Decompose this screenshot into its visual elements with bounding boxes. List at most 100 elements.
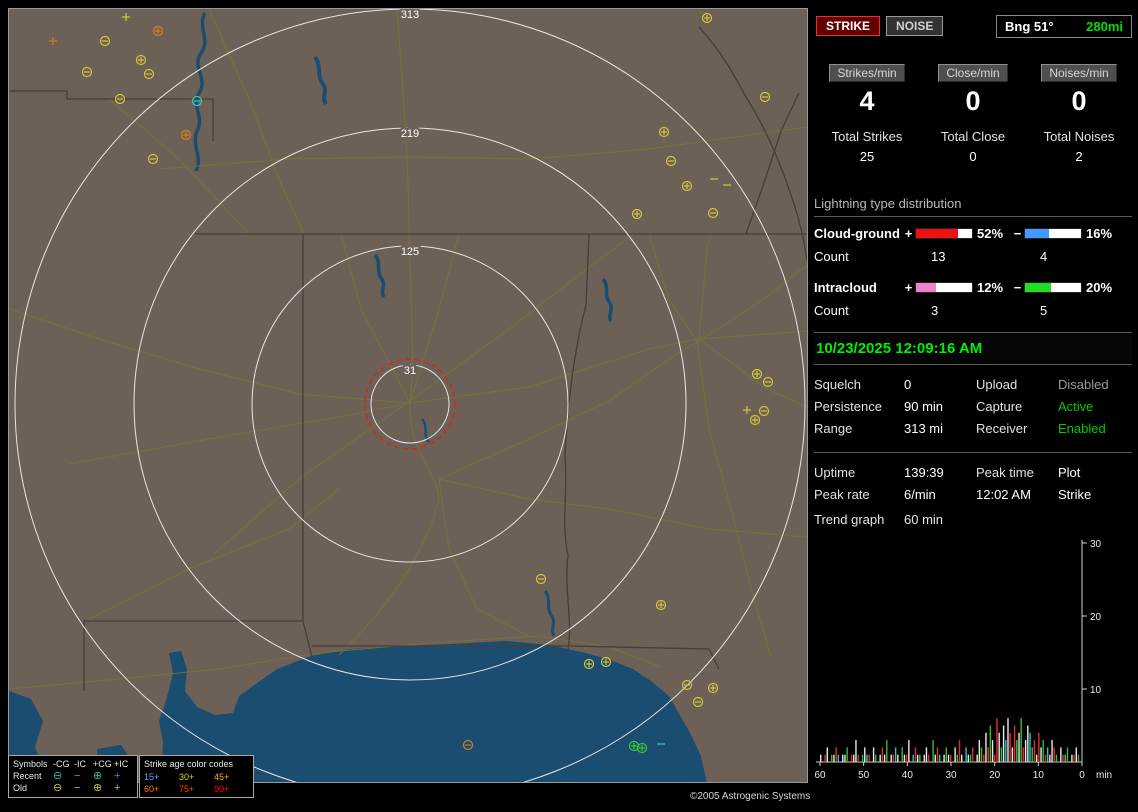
mode-toolbar: STRIKE NOISE Bng 51° 280mi (816, 14, 1132, 38)
age-code: 45+ (214, 771, 249, 783)
trend-bar (1023, 747, 1024, 762)
trend-bar (862, 755, 863, 762)
trend-bar (838, 755, 839, 762)
trend-bar (1054, 747, 1055, 762)
ic-negative-pct: 20% (1082, 280, 1114, 295)
legend-strike-symbol: − (74, 783, 93, 794)
plus-sign: + (902, 226, 915, 241)
cg-positive-pct: 52% (973, 226, 1011, 241)
close-per-min-button[interactable]: Close/min (938, 64, 1007, 82)
trend-bar (855, 740, 856, 762)
trend-bar (954, 747, 955, 762)
plot-mode-value: Strike (1058, 487, 1132, 502)
trend-bar (961, 755, 962, 762)
close-column: Close/min 0 Total Close 0 (920, 64, 1026, 164)
age-code: 90+ (214, 783, 249, 795)
ic-negative-bar (1024, 282, 1082, 293)
legend-symbols-header: Symbols-CG-IC+CG+IC (13, 758, 133, 770)
trend-bar (1051, 740, 1052, 762)
trend-graph-value: 60 min (904, 512, 1132, 527)
cg-negative-bar (1024, 228, 1082, 239)
minus-sign: − (1011, 226, 1024, 241)
minus-sign: − (1011, 280, 1024, 295)
legend-strike-symbol: ⊖ (53, 783, 74, 794)
y-tick-label: 10 (1090, 685, 1102, 696)
y-tick-label: 20 (1090, 612, 1102, 623)
trend-bar (835, 747, 836, 762)
upload-label: Upload (976, 377, 1058, 392)
intracloud-count-row: Count 3 5 (814, 303, 1132, 318)
legend-strike-symbol: + (114, 783, 133, 794)
legend-age-box: Strike age color codes 15+30+45+60+75+90… (139, 755, 254, 798)
count-label: Count (814, 303, 902, 318)
trend-bar (1078, 755, 1079, 762)
legend-col-header: +IC (114, 758, 133, 770)
trend-bar (981, 747, 982, 762)
legend-row-label: Old (13, 782, 53, 794)
trend-bar (983, 755, 984, 762)
cg-negative-count: 4 (1024, 249, 1082, 264)
trend-bar (868, 755, 869, 762)
trend-bar (1005, 740, 1006, 762)
trend-bar (928, 755, 929, 762)
range-value: 313 mi (904, 421, 976, 436)
trend-bar (1034, 740, 1035, 762)
trend-bar (864, 747, 865, 762)
trend-bar (924, 755, 925, 762)
trend-bar (1021, 718, 1022, 762)
range-ring-label: 125 (401, 246, 419, 258)
cloud-ground-count-row: Count 13 4 (814, 249, 1132, 264)
trend-bar (957, 755, 958, 762)
strike-map[interactable]: 31321912531 (8, 8, 808, 783)
trend-bar (1025, 740, 1026, 762)
cloud-ground-label: Cloud-ground (814, 226, 902, 241)
trend-bar (908, 740, 909, 762)
legend-col-header: Symbols (13, 758, 53, 770)
plot-label: Plot (1058, 465, 1132, 480)
strikes-per-min-button[interactable]: Strikes/min (829, 64, 904, 82)
trend-bar (886, 740, 887, 762)
strike-mode-button[interactable]: STRIKE (816, 16, 880, 36)
trend-bar (992, 740, 993, 762)
trend-graph-row: Trend graph 60 min (814, 512, 1132, 527)
total-noises-label: Total Noises (1026, 129, 1132, 144)
total-strikes-value: 25 (814, 149, 920, 164)
x-tick-label: 10 (1033, 770, 1045, 781)
trend-bar (1032, 747, 1033, 762)
plus-sign: + (902, 280, 915, 295)
noise-mode-button[interactable]: NOISE (886, 16, 943, 36)
total-close-value: 0 (920, 149, 1026, 164)
rate-stats: Strikes/min 4 Total Strikes 25 Close/min… (814, 64, 1132, 164)
trend-bar (1016, 740, 1017, 762)
noises-per-min-value: 0 (1026, 86, 1132, 118)
trend-bar (970, 755, 971, 762)
noises-per-min-button[interactable]: Noises/min (1041, 64, 1116, 82)
cg-positive-count: 13 (915, 249, 973, 264)
trend-bar (842, 755, 843, 762)
trend-graph-label: Trend graph (814, 512, 904, 527)
trend-bar (935, 755, 936, 762)
section-divider (814, 452, 1132, 453)
legend-strike-symbol: − (74, 771, 93, 782)
legend-symbols-box: Symbols-CG-IC+CG+IC Recent⊖−⊕+ Old⊖−⊕+ (8, 755, 138, 798)
trend-bar (965, 747, 966, 762)
trend-bar (1003, 726, 1004, 763)
trend-bar (875, 755, 876, 762)
cloud-ground-row: Cloud-ground + 52% − 16% (814, 226, 1132, 241)
trend-bar (1001, 747, 1002, 762)
uptime-label: Uptime (814, 465, 904, 480)
trend-bar (833, 755, 834, 762)
trend-bar (824, 755, 825, 762)
trend-bar (932, 740, 933, 762)
trend-bar (882, 747, 883, 762)
x-tick-label: 20 (989, 770, 1001, 781)
trend-bar (917, 755, 918, 762)
trend-bar (902, 747, 903, 762)
strikes-per-min-value: 4 (814, 86, 920, 118)
x-tick-label: 40 (902, 770, 914, 781)
trend-bar (972, 747, 973, 762)
ic-positive-pct: 12% (973, 280, 1011, 295)
legend-strike-symbol: ⊖ (53, 771, 74, 782)
trend-bar (893, 755, 894, 762)
trend-bar (857, 755, 858, 762)
